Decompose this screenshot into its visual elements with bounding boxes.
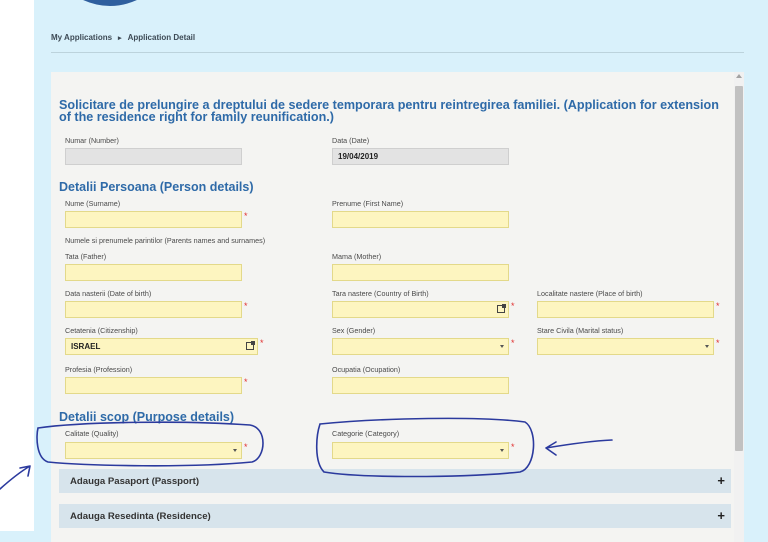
marital-select[interactable]: [537, 338, 714, 355]
number-field[interactable]: [65, 148, 242, 165]
dob-label: Data nasterii (Date of birth): [65, 289, 152, 298]
date-label: Data (Date): [332, 136, 370, 145]
scrollbar-thumb[interactable]: [735, 86, 743, 451]
add-residence-accordion[interactable]: Adauga Resedinta (Residence) +: [59, 504, 731, 528]
left-margin: [0, 0, 34, 531]
dob-field[interactable]: [65, 301, 242, 318]
required-marker: *: [244, 377, 248, 387]
required-marker: *: [511, 301, 515, 311]
required-marker: *: [244, 211, 248, 221]
required-marker: *: [260, 338, 264, 348]
number-label: Numar (Number): [65, 136, 119, 145]
occupation-field[interactable]: [332, 377, 509, 394]
quality-label: Calitate (Quality): [65, 429, 119, 438]
category-label: Categorie (Category): [332, 429, 400, 438]
mother-field[interactable]: [332, 264, 509, 281]
citizenship-value: ISRAEL: [71, 342, 101, 351]
surname-field[interactable]: [65, 211, 242, 228]
plus-icon[interactable]: +: [717, 508, 725, 523]
first-name-label: Prenume (First Name): [332, 199, 404, 208]
chevron-right-icon: ▸: [118, 34, 122, 42]
application-form: Solicitare de prelungire a dreptului de …: [51, 72, 734, 542]
country-birth-label: Tara nastere (Country of Birth): [332, 289, 429, 298]
first-name-field[interactable]: [332, 211, 509, 228]
chevron-down-icon: [705, 345, 709, 348]
surname-label: Nume (Surname): [65, 199, 121, 208]
scrollbar[interactable]: [734, 72, 744, 542]
chevron-down-icon: [500, 345, 504, 348]
accordion-label: Adauga Pasaport (Passport): [70, 476, 200, 487]
required-marker: *: [716, 338, 720, 348]
logo-icon: [83, 0, 137, 6]
citizenship-label: Cetatenia (Citizenship): [65, 326, 138, 335]
country-birth-field[interactable]: [332, 301, 509, 318]
page-title: Solicitare de prelungire a dreptului de …: [59, 98, 719, 124]
required-marker: *: [511, 442, 515, 452]
main-area: My Applications ▸ Application Detail Sol…: [34, 0, 768, 542]
required-marker: *: [244, 442, 248, 452]
citizenship-field[interactable]: ISRAEL: [65, 338, 258, 355]
required-marker: *: [244, 301, 248, 311]
chevron-down-icon: [500, 449, 504, 452]
chevron-down-icon: [233, 449, 237, 452]
profession-label: Profesia (Profession): [65, 365, 133, 374]
lookup-icon[interactable]: [497, 304, 506, 313]
add-passport-accordion[interactable]: Adauga Pasaport (Passport) +: [59, 469, 731, 493]
breadcrumb-my-applications[interactable]: My Applications: [51, 33, 112, 42]
occupation-label: Ocupatia (Ocupation): [332, 365, 401, 374]
date-field[interactable]: 19/04/2019: [332, 148, 509, 165]
marital-label: Stare Civila (Marital status): [537, 326, 624, 335]
father-label: Tata (Father): [65, 252, 107, 261]
plus-icon[interactable]: +: [717, 473, 725, 488]
breadcrumb-application-detail: Application Detail: [127, 33, 196, 42]
mother-label: Mama (Mother): [332, 252, 382, 261]
lookup-icon[interactable]: [246, 341, 255, 350]
scroll-up-icon[interactable]: [736, 74, 742, 78]
purpose-details-heading: Detalii scop (Purpose details): [59, 410, 235, 424]
gender-select[interactable]: [332, 338, 509, 355]
category-select[interactable]: [332, 442, 509, 459]
required-marker: *: [511, 338, 515, 348]
place-birth-label: Localitate nastere (Place of birth): [537, 289, 643, 298]
required-marker: *: [716, 301, 720, 311]
quality-select[interactable]: [65, 442, 242, 459]
accordion-label: Adauga Resedinta (Residence): [70, 511, 211, 522]
profession-field[interactable]: [65, 377, 242, 394]
person-details-heading: Detalii Persoana (Person details): [59, 180, 254, 194]
father-field[interactable]: [65, 264, 242, 281]
place-birth-field[interactable]: [537, 301, 714, 318]
gender-label: Sex (Gender): [332, 326, 376, 335]
parents-note: Numele si prenumele parintilor (Parents …: [65, 236, 266, 245]
breadcrumb: My Applications ▸ Application Detail: [51, 33, 195, 42]
divider: [51, 52, 744, 53]
